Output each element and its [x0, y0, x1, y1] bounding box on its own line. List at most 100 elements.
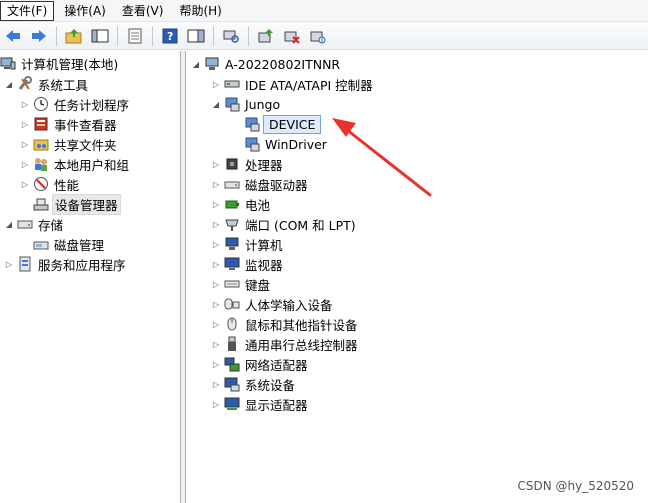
tree-item-device-manager[interactable]: 设备管理器: [20, 193, 121, 215]
device-category-mouse[interactable]: ▷ 鼠标和其他指针设备: [211, 314, 360, 334]
tree-item-services-apps[interactable]: ▷ 服务和应用程序: [4, 254, 128, 274]
device-category-computer[interactable]: ▷ 计算机: [211, 234, 285, 254]
expand-icon[interactable]: ▷: [211, 179, 221, 189]
expand-icon[interactable]: ▷: [20, 119, 30, 129]
help-icon[interactable]: ?: [159, 25, 181, 47]
device-category-ports[interactable]: ▷ 端口 (COM 和 LPT): [211, 214, 358, 234]
mouse-icon: [224, 316, 240, 332]
tree-item-system-tools[interactable]: ◢ 系统工具: [4, 74, 90, 94]
expand-icon[interactable]: ▷: [211, 399, 221, 409]
menu-action[interactable]: 操作(A): [58, 1, 112, 21]
properties-icon[interactable]: [124, 25, 146, 47]
tree-item-event-viewer[interactable]: ▷ 事件查看器: [20, 114, 119, 134]
menu-view[interactable]: 查看(V): [116, 1, 170, 21]
annotation-arrow: [332, 118, 432, 197]
toolbar-separator: [56, 25, 57, 46]
device-category-usb[interactable]: ▷ 通用串行总线控制器: [211, 334, 360, 354]
disable-device-icon[interactable]: [281, 25, 303, 47]
collapse-icon[interactable]: ◢: [4, 219, 14, 229]
tree-item-storage[interactable]: ◢ 存储: [4, 214, 65, 234]
left-navigation-pane: 计算机管理(本地) ◢ 系统工具 ▷ 任务计划程序 ▷ 事件查看器 ▷ 共享文件…: [0, 51, 181, 503]
expand-icon[interactable]: ▷: [211, 359, 221, 369]
show-hide-tree-icon[interactable]: [89, 25, 111, 47]
device-category-network[interactable]: ▷ 网络适配器: [211, 354, 310, 374]
processor-icon: [224, 156, 240, 172]
keyboard-icon: [224, 276, 240, 292]
expand-icon[interactable]: ▷: [211, 259, 221, 269]
expand-icon[interactable]: ▷: [211, 339, 221, 349]
scan-hardware-icon[interactable]: [220, 25, 242, 47]
device-category-label: 电池: [245, 197, 271, 213]
device-category-monitor[interactable]: ▷ 监视器: [211, 254, 285, 274]
expand-icon[interactable]: ▷: [211, 379, 221, 389]
device-category-label: 磁盘驱动器: [245, 177, 308, 193]
expand-icon[interactable]: ▷: [211, 79, 221, 89]
device-category-keyboard[interactable]: ▷ 键盘: [211, 274, 272, 294]
expand-icon[interactable]: ▷: [211, 199, 221, 209]
collapse-icon[interactable]: ◢: [211, 99, 221, 109]
forward-icon[interactable]: [28, 25, 50, 47]
tree-item-performance[interactable]: ▷ 性能: [20, 174, 81, 194]
shared-folder-icon: [33, 136, 49, 152]
device-category-ide[interactable]: ▷ IDE ATA/ATAPI 控制器: [211, 74, 375, 94]
device-manager-icon: [33, 196, 49, 212]
expand-icon[interactable]: ▷: [211, 319, 221, 329]
display-adapter-icon: [224, 396, 240, 412]
collapse-icon[interactable]: ◢: [4, 79, 14, 89]
device-category-label: 鼠标和其他指针设备: [245, 317, 358, 333]
expand-icon[interactable]: ▷: [20, 179, 30, 189]
clock-icon: [33, 96, 49, 112]
menu-bar: 文件(F) 操作(A) 查看(V) 帮助(H): [0, 0, 648, 22]
expand-icon[interactable]: ▷: [211, 239, 221, 249]
device-category-disk-drive[interactable]: ▷ 磁盘驱动器: [211, 174, 310, 194]
expand-icon[interactable]: ▷: [211, 159, 221, 169]
tree-item-shared-folders[interactable]: ▷ 共享文件夹: [20, 134, 119, 154]
device-category-system[interactable]: ▷ 系统设备: [211, 374, 297, 394]
tree-item-disk-management[interactable]: 磁盘管理: [20, 234, 106, 254]
device-category-label: 计算机: [245, 237, 283, 253]
disk-management-icon: [33, 236, 49, 252]
expand-icon[interactable]: ▷: [4, 259, 14, 269]
pane-splitter[interactable]: [181, 51, 186, 503]
expand-icon[interactable]: ▷: [20, 139, 30, 149]
jungo-device-icon: [244, 116, 260, 132]
back-icon[interactable]: [2, 25, 24, 47]
uninstall-device-icon[interactable]: [307, 25, 329, 47]
show-hide-action-pane-icon[interactable]: [185, 25, 207, 47]
device-item-label: DEVICE: [263, 114, 322, 134]
toolbar-separator: [152, 25, 153, 46]
device-category-processor[interactable]: ▷ 处理器: [211, 154, 285, 174]
expand-icon[interactable]: ▷: [211, 299, 221, 309]
tree-item-task-scheduler[interactable]: ▷ 任务计划程序: [20, 94, 131, 114]
device-tree-computer[interactable]: ◢ A-20220802ITNNR: [191, 54, 342, 74]
up-folder-icon[interactable]: [63, 25, 85, 47]
services-icon: [17, 256, 33, 272]
network-adapter-icon: [224, 356, 240, 372]
tree-label-event-viewer: 事件查看器: [54, 117, 117, 133]
update-driver-icon[interactable]: [255, 25, 277, 47]
device-item-windriver[interactable]: WinDriver: [231, 134, 329, 154]
disk-drive-icon: [224, 176, 240, 192]
hid-icon: [224, 296, 240, 312]
device-category-label: 端口 (COM 和 LPT): [245, 217, 356, 233]
expand-icon[interactable]: ▷: [211, 219, 221, 229]
tree-item-root[interactable]: 计算机管理(本地): [0, 53, 120, 73]
menu-file[interactable]: 文件(F): [0, 0, 55, 21]
device-category-display[interactable]: ▷ 显示适配器: [211, 394, 310, 414]
device-category-jungo[interactable]: ◢ Jungo: [211, 94, 282, 114]
menu-help[interactable]: 帮助(H): [173, 1, 227, 21]
expand-icon[interactable]: ▷: [211, 279, 221, 289]
device-category-label: 键盘: [245, 277, 271, 293]
collapse-icon[interactable]: ◢: [191, 59, 201, 69]
device-category-hid[interactable]: ▷ 人体学输入设备: [211, 294, 335, 314]
expand-icon[interactable]: ▷: [20, 99, 30, 109]
tree-label-services-apps: 服务和应用程序: [38, 257, 126, 273]
expand-icon[interactable]: ▷: [20, 159, 30, 169]
device-category-label: 网络适配器: [245, 357, 308, 373]
device-category-battery[interactable]: ▷ 电池: [211, 194, 272, 214]
device-category-label: IDE ATA/ATAPI 控制器: [245, 77, 373, 93]
device-item-jungo-device[interactable]: DEVICE: [231, 114, 322, 134]
tree-item-local-users[interactable]: ▷ 本地用户和组: [20, 154, 131, 174]
